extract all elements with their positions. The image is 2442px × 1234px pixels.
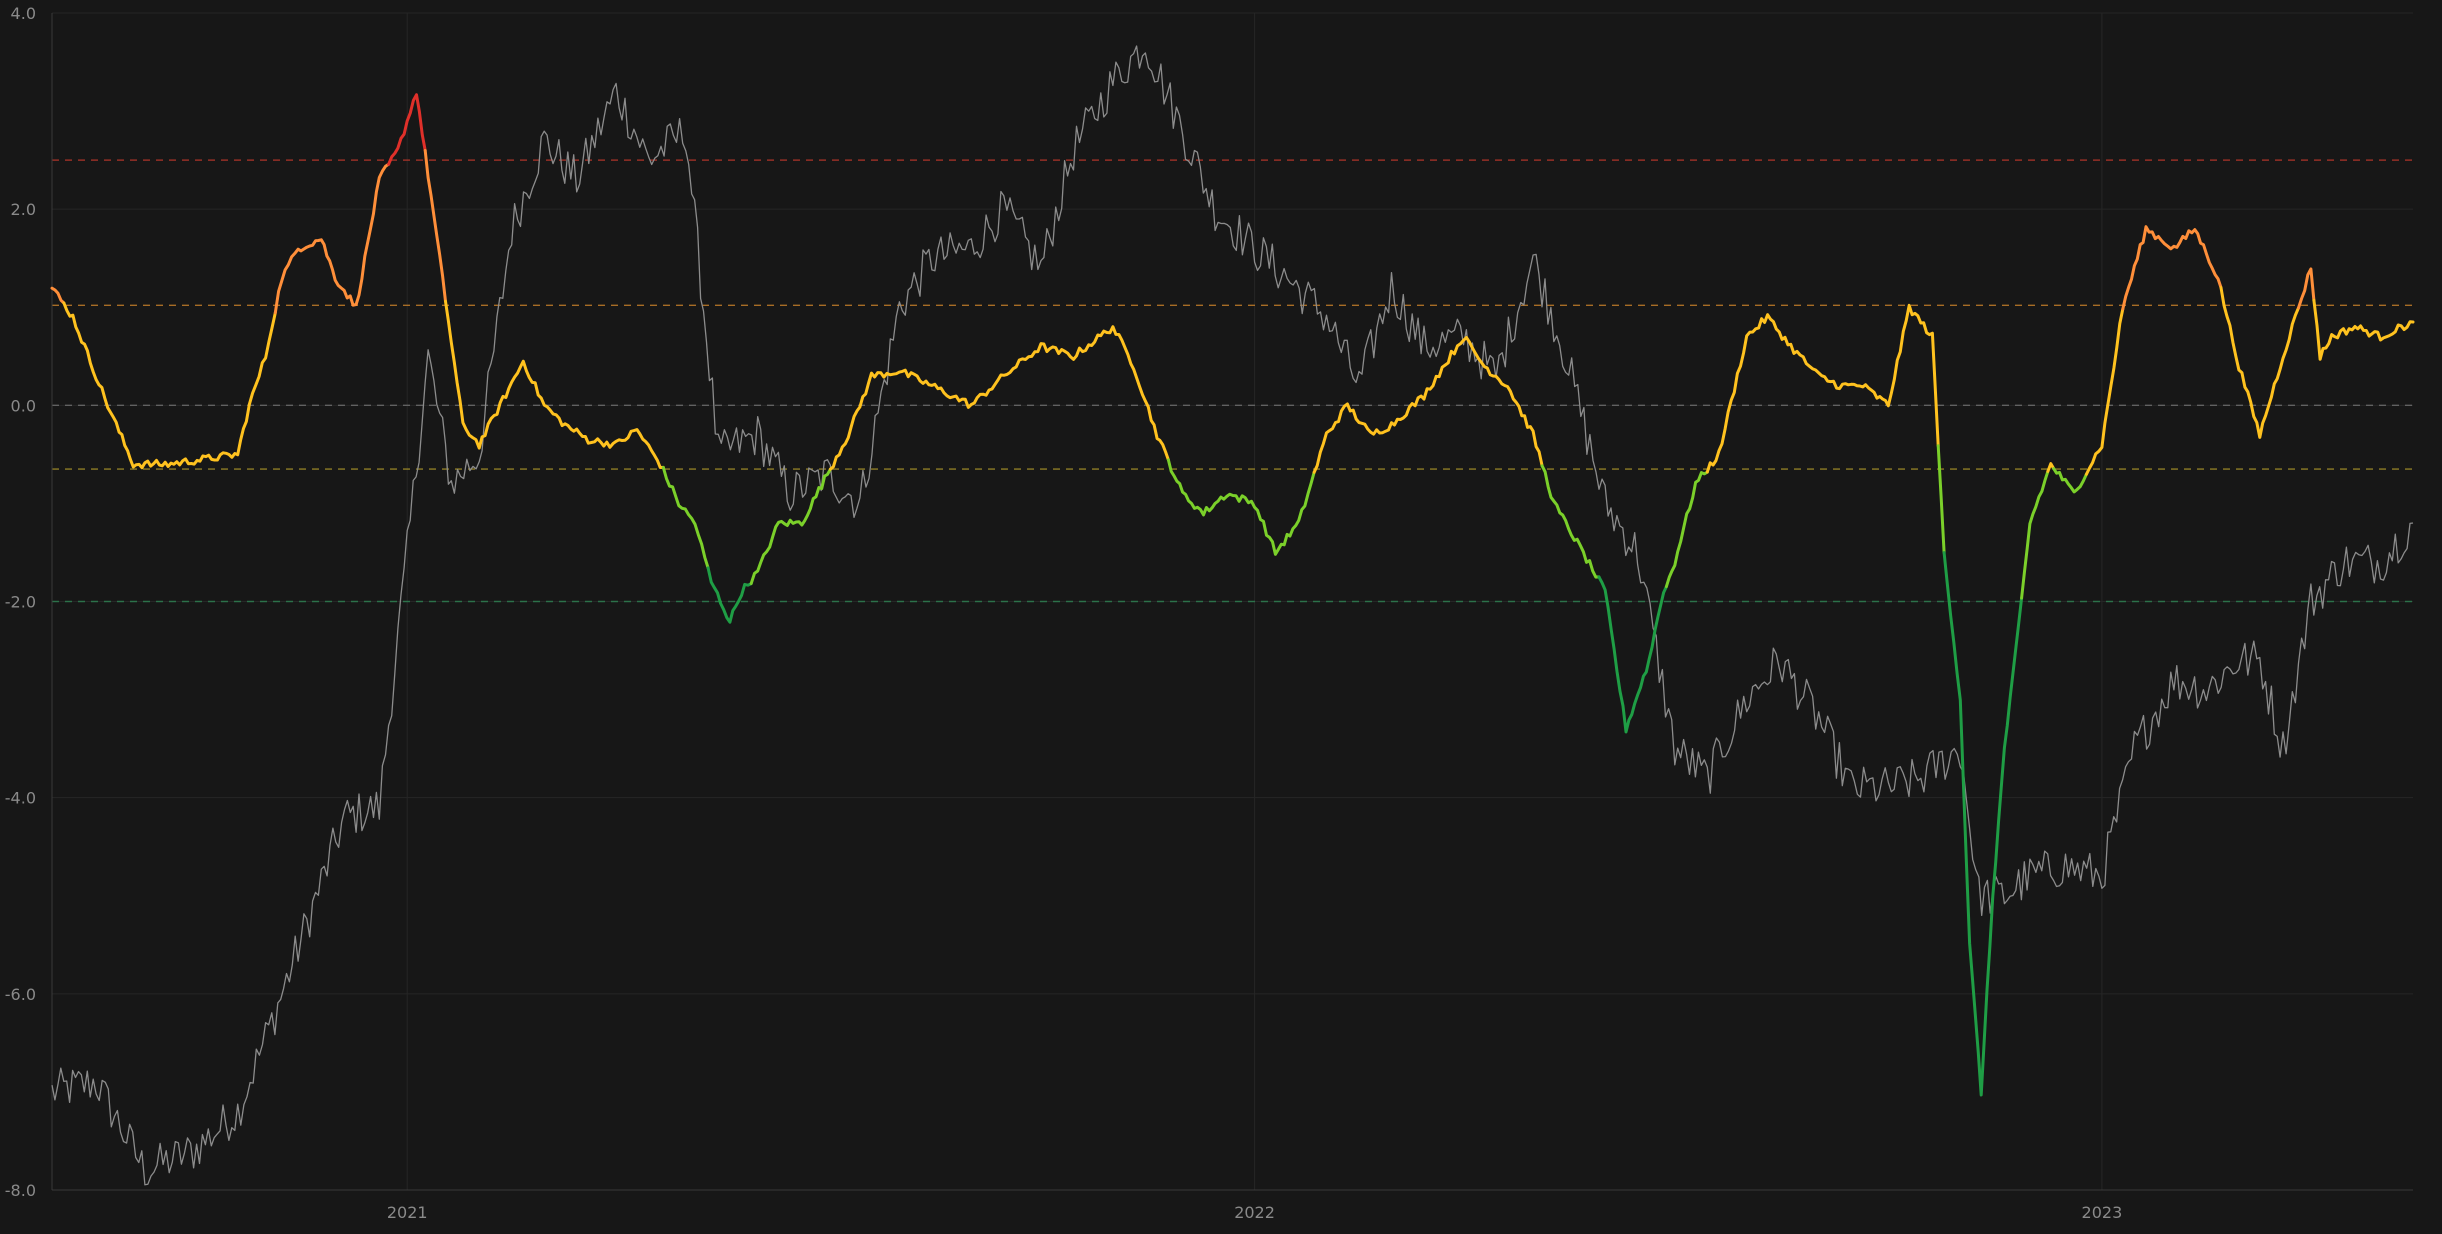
x-tick-label: 2022 <box>1234 1203 1275 1222</box>
indicator-chart: 4.0 2.0 0.0 -2.0 -4.0 -6.0 -8.0 2021 202… <box>0 0 2442 1234</box>
y-tick-label: 2.0 <box>11 200 36 219</box>
x-tick-label: 2021 <box>387 1203 428 1222</box>
y-tick-label: -8.0 <box>5 1181 36 1200</box>
y-tick-label: 0.0 <box>11 396 36 415</box>
y-tick-label: -2.0 <box>5 593 36 612</box>
y-tick-label: -6.0 <box>5 985 36 1004</box>
chart-background <box>0 0 2442 1234</box>
y-tick-label: 4.0 <box>11 4 36 23</box>
x-tick-label: 2023 <box>2082 1203 2123 1222</box>
y-tick-label: -4.0 <box>5 789 36 808</box>
